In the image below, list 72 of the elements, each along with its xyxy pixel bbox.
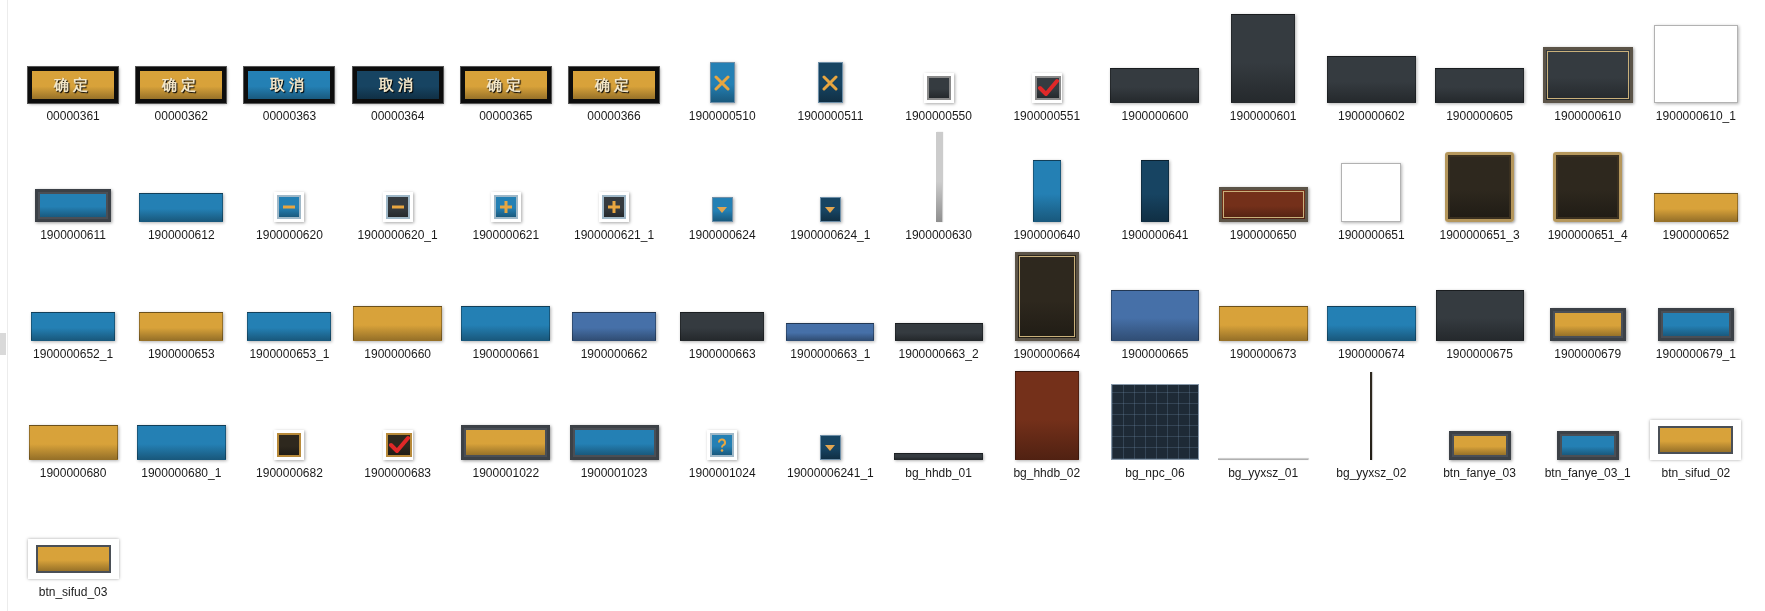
- file-name[interactable]: 1900000651: [1337, 227, 1405, 243]
- file-name[interactable]: 00000365: [479, 108, 533, 124]
- file-name[interactable]: 1900000673: [1229, 346, 1297, 362]
- file-name[interactable]: 1900000679: [1554, 346, 1622, 362]
- file-name[interactable]: bg_yyxsz_02: [1336, 465, 1407, 481]
- file-name[interactable]: btn_fanye_03: [1443, 465, 1516, 481]
- button-graphic: 取消: [244, 67, 335, 103]
- file-name[interactable]: 1900000511: [797, 108, 864, 124]
- file-name[interactable]: 1900000630: [905, 227, 972, 243]
- file-name[interactable]: 1900001022: [472, 465, 540, 481]
- file-name[interactable]: 1900000652: [1662, 227, 1730, 243]
- file-name[interactable]: 1900000640: [1013, 227, 1081, 243]
- file-name[interactable]: 1900000665: [1121, 346, 1189, 362]
- file-name[interactable]: 1900000680_1: [141, 465, 222, 481]
- file-name[interactable]: bg_yyxsz_01: [1228, 465, 1299, 481]
- file-name[interactable]: btn_sifud_02: [1661, 465, 1731, 481]
- file-name[interactable]: 1900000663_2: [898, 346, 979, 362]
- file-name[interactable]: 1900000551: [1013, 108, 1081, 124]
- file-name[interactable]: 1900000620: [256, 227, 323, 243]
- file-name[interactable]: 1900000601: [1229, 108, 1297, 124]
- file-name[interactable]: 1900001023: [580, 465, 648, 481]
- button-graphic: 确定: [569, 67, 660, 103]
- button-graphic: 取消: [352, 67, 443, 103]
- file-name[interactable]: 1900000675: [1446, 346, 1513, 362]
- file-name[interactable]: 00000362: [154, 108, 208, 124]
- file-name[interactable]: 1900000610: [1554, 108, 1622, 124]
- file-name[interactable]: 1900000661: [472, 346, 540, 362]
- file-name[interactable]: 1900000621: [472, 227, 540, 243]
- file-name[interactable]: 1900000650: [1229, 227, 1297, 243]
- file-name[interactable]: btn_fanye_03_1: [1544, 465, 1631, 481]
- splitter-grip[interactable]: [0, 333, 6, 355]
- file-name[interactable]: 1900000621_1: [574, 227, 655, 243]
- file-name[interactable]: 1900000612: [147, 227, 215, 243]
- file-name[interactable]: 1900000653: [147, 346, 215, 362]
- file-name[interactable]: 00000366: [587, 108, 641, 124]
- file-name[interactable]: 1900000679_1: [1655, 346, 1736, 362]
- file-name[interactable]: 1900000660: [364, 346, 432, 362]
- button-graphic: 确定: [136, 67, 227, 103]
- file-name[interactable]: 1900000663: [688, 346, 756, 362]
- file-name[interactable]: 1900000610_1: [1655, 108, 1736, 124]
- file-name[interactable]: 1900000653_1: [249, 346, 330, 362]
- file-name[interactable]: 1900000620_1: [357, 227, 438, 243]
- file-name[interactable]: 1900000664: [1013, 346, 1081, 362]
- button-graphic: 确定: [28, 67, 119, 103]
- file-name[interactable]: 1900000605: [1446, 108, 1513, 124]
- button-graphic: 确定: [460, 67, 551, 103]
- file-name[interactable]: 1900000680: [39, 465, 107, 481]
- file-name[interactable]: 1900000611: [40, 227, 106, 243]
- file-name[interactable]: bg_hhdb_01: [905, 465, 972, 481]
- file-name[interactable]: 1900000624_1: [790, 227, 871, 243]
- file-name[interactable]: 1900000600: [1121, 108, 1189, 124]
- file-name[interactable]: 1900000550: [905, 108, 972, 124]
- file-name[interactable]: 00000363: [262, 108, 317, 124]
- file-name[interactable]: 1900000662: [580, 346, 648, 362]
- file-name[interactable]: 1900000624: [688, 227, 756, 243]
- file-name[interactable]: 00000364: [370, 108, 425, 124]
- file-name[interactable]: 1900000674: [1337, 346, 1405, 362]
- file-name[interactable]: 19000006241_1: [787, 465, 874, 481]
- file-name[interactable]: 1900000602: [1337, 108, 1405, 124]
- file-name[interactable]: 1900000652_1: [33, 346, 114, 362]
- file-name[interactable]: 1900000651_3: [1439, 227, 1520, 243]
- file-name[interactable]: 1900000682: [256, 465, 323, 481]
- file-name[interactable]: 1900000663_1: [790, 346, 871, 362]
- file-name[interactable]: 1900000510: [688, 108, 756, 124]
- file-name[interactable]: bg_hhdb_02: [1013, 465, 1081, 481]
- file-name[interactable]: 00000361: [46, 108, 100, 124]
- file-name[interactable]: 1900000641: [1121, 227, 1189, 243]
- file-name[interactable]: 1900000683: [364, 465, 432, 481]
- file-name[interactable]: bg_npc_06: [1125, 465, 1185, 481]
- file-name[interactable]: 1900000651_4: [1547, 227, 1628, 243]
- file-name[interactable]: 1900001024: [688, 465, 756, 481]
- file-name[interactable]: btn_sifud_03: [38, 584, 108, 600]
